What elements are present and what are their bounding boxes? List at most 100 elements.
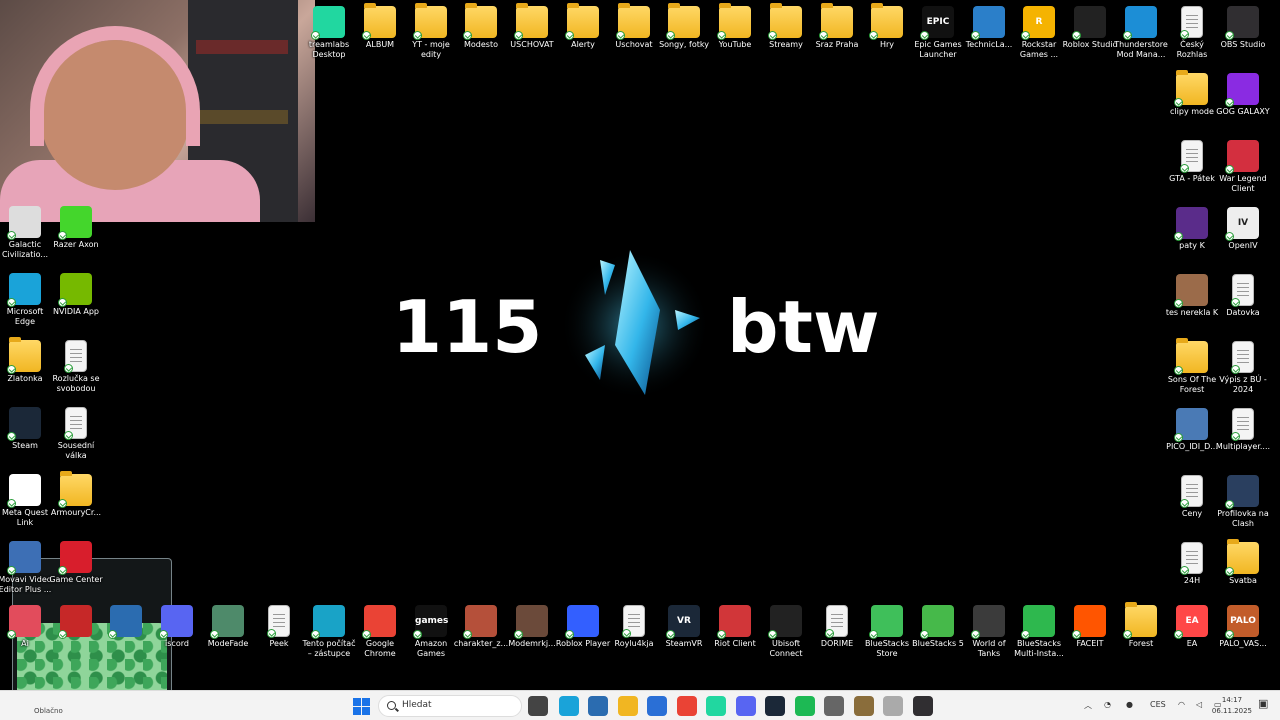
taskbar-search[interactable]: Hledat — [378, 695, 522, 717]
desktop-icon[interactable]: Galactic Civilizatio... — [0, 206, 50, 260]
steam-icon[interactable] — [765, 696, 785, 716]
edge-icon[interactable] — [559, 696, 579, 716]
desktop-icon[interactable]: Razer Axon — [51, 206, 101, 250]
desktop-icon[interactable]: BlueStacks Store — [862, 605, 912, 659]
microphone-icon[interactable]: ● — [1126, 700, 1133, 709]
desktop-icon[interactable]: EPIC Epic Games Launcher — [913, 6, 963, 60]
streamlabs-icon[interactable] — [706, 696, 726, 716]
desktop-icon[interactable]: YT - moje edity — [406, 3, 456, 60]
volume-icon[interactable]: ◁ — [1196, 700, 1202, 709]
desktop-icon[interactable]: GTA - Pátek — [1167, 140, 1217, 184]
notepad-icon[interactable] — [854, 696, 874, 716]
desktop-icon[interactable]: TechnicLa... — [964, 6, 1014, 50]
network-icon[interactable]: ◔ — [1104, 700, 1111, 709]
desktop-icon[interactable]: OBS Studio — [1218, 6, 1268, 50]
desktop-icon[interactable]: Songy, fotky — [659, 3, 709, 50]
desktop-icon[interactable]: charakter_z... — [454, 605, 508, 649]
desktop-icon[interactable]: Sraz Praha — [812, 3, 862, 50]
desktop-icon[interactable]: paty K — [1167, 207, 1217, 251]
desktop-icon[interactable]: Roblox Studio — [1063, 6, 1117, 50]
outlook-icon[interactable] — [647, 696, 667, 716]
desktop-icon[interactable]: NVIDIA App — [51, 273, 101, 317]
desktop-icon[interactable]: Roylu4kja — [609, 605, 659, 649]
desktop-icon[interactable]: Uschovat — [609, 3, 659, 50]
desktop-icon[interactable] — [51, 605, 101, 639]
desktop-icon[interactable]: PALO PALO_VAS... — [1218, 605, 1268, 649]
desktop-icon[interactable]: Zlatonka — [0, 337, 50, 384]
desktop-icon[interactable]: Český Rozhlas — [1167, 6, 1217, 60]
desktop-icon[interactable]: EA EA — [1167, 605, 1217, 649]
desktop-icon[interactable]: Microsoft Edge — [0, 273, 50, 327]
app-icon[interactable] — [883, 696, 903, 716]
desktop-icon[interactable]: Google Chrome — [355, 605, 405, 659]
desktop-icon[interactable]: R Rockstar Games ... — [1014, 6, 1064, 60]
desktop-icon-label: Roylu4kja — [614, 639, 654, 648]
desktop-icon[interactable]: Movavi Video Editor Plus ... — [0, 541, 52, 595]
desktop-icon[interactable] — [101, 605, 151, 639]
language-indicator[interactable]: CES — [1150, 700, 1166, 709]
desktop-icon[interactable]: Peek — [254, 605, 304, 649]
desktop-icon[interactable]: PICO_IDI_D... — [1166, 408, 1218, 452]
desktop-icon[interactable]: Svatba — [1218, 539, 1268, 586]
desktop-icon[interactable]: DORIME — [812, 605, 862, 649]
desktop-icon[interactable]: ArmouryCr... — [51, 471, 101, 518]
desktop-icon[interactable]: GOG GALAXY — [1216, 73, 1270, 117]
desktop-icon-label: paty K — [1179, 241, 1205, 250]
desktop-icon[interactable]: Ubisoft Connect — [761, 605, 811, 659]
clock[interactable]: 14:17 06.11.2025 — [1212, 695, 1252, 717]
desktop-icon[interactable]: FACEIT — [1065, 605, 1115, 649]
desktop-icon[interactable]: USCHOVAT — [507, 3, 557, 50]
desktop-icon[interactable]: Steam — [0, 407, 50, 451]
chrome-icon[interactable] — [677, 696, 697, 716]
discord-icon[interactable] — [736, 696, 756, 716]
wifi-icon[interactable]: ◠ — [1178, 700, 1185, 709]
sync-status-icon — [64, 431, 73, 440]
start-button[interactable] — [351, 696, 371, 716]
desktop-icon[interactable]: games Amazon Games — [406, 605, 456, 659]
desktop-icon[interactable]: Ai — [0, 605, 50, 649]
desktop-icon[interactable]: Výpis z BÚ - 2024 — [1218, 341, 1268, 395]
desktop-icon[interactable]: treamlabs Desktop — [304, 6, 354, 60]
desktop-icon[interactable]: ModeFade — [203, 605, 253, 649]
spotify-icon[interactable] — [795, 696, 815, 716]
desktop-icon[interactable]: Forest — [1116, 602, 1166, 649]
desktop-icon[interactable]: Thunderstore Mod Mana... — [1114, 6, 1168, 60]
settings-icon[interactable] — [824, 696, 844, 716]
notification-icon[interactable]: ▣ — [1258, 697, 1268, 710]
desktop-icon[interactable]: VR SteamVR — [659, 605, 709, 649]
desktop-icon[interactable]: Streamy — [761, 3, 811, 50]
desktop-icon[interactable]: World of Tanks — [964, 605, 1014, 659]
desktop-icon[interactable]: Ceny — [1167, 475, 1217, 519]
desktop-icon[interactable]: clipy mode — [1167, 70, 1217, 117]
desktop-icon[interactable]: War Legend Client — [1218, 140, 1268, 194]
desktop-icon[interactable]: Profilovka na Clash — [1217, 475, 1269, 529]
desktop-icon[interactable]: Meta Quest Link — [0, 474, 50, 528]
desktop-icon[interactable]: Multiplayer.... — [1216, 408, 1270, 452]
store-icon[interactable] — [588, 696, 608, 716]
file-explorer-icon[interactable] — [528, 696, 548, 716]
desktop-icon[interactable]: 24H — [1167, 542, 1217, 586]
desktop-icon[interactable]: tes nerekla K — [1166, 274, 1218, 318]
desktop-icon[interactable]: Modesto — [456, 3, 506, 50]
desktop-icon[interactable]: Hry — [862, 3, 912, 50]
desktop-icon[interactable]: Tento počítač – zástupce — [302, 605, 356, 659]
desktop-icon[interactable]: Sons Of The Forest — [1167, 338, 1217, 395]
desktop-icon[interactable]: ALBUM — [355, 3, 405, 50]
desktop-icon[interactable]: BlueStacks Multi-Insta... — [1014, 605, 1064, 659]
desktop-icon[interactable]: Datovka — [1218, 274, 1268, 318]
desktop-icon[interactable]: Sousední válka — [51, 407, 101, 461]
folder-icon[interactable] — [618, 696, 638, 716]
desktop-icon[interactable]: Roblox Player — [556, 605, 610, 649]
desktop-icon[interactable]: Game Center — [49, 541, 103, 585]
weather-widget[interactable]: Oblačno — [34, 707, 63, 715]
obs-icon[interactable] — [913, 696, 933, 716]
desktop-icon[interactable]: iscord — [152, 605, 202, 649]
desktop-icon[interactable]: Modemrkj... — [507, 605, 557, 649]
desktop-icon[interactable]: Alerty — [558, 3, 608, 50]
desktop-icon[interactable]: Riot Client — [710, 605, 760, 649]
desktop-icon[interactable]: Rozlučka se svobodou — [51, 340, 101, 394]
desktop-icon[interactable]: IV OpenIV — [1218, 207, 1268, 251]
desktop-icon[interactable]: YouTube — [710, 3, 760, 50]
desktop-icon[interactable]: BlueStacks 5 — [912, 605, 964, 649]
chevron-up-icon[interactable]: ︿ — [1084, 700, 1092, 711]
